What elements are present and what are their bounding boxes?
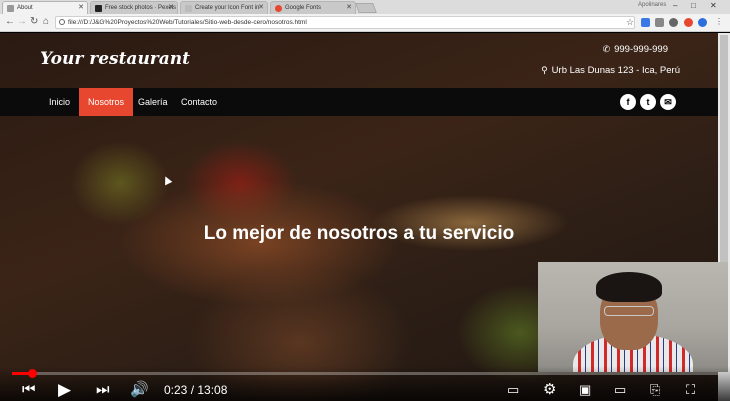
menu-icon[interactable]: ⋮ <box>715 17 723 26</box>
address-info: ⚲ Urb Las Dunas 123 - Ica, Perú <box>541 65 680 76</box>
user-label[interactable]: Apolinares <box>638 2 666 8</box>
opera-extension-icon[interactable] <box>684 18 693 27</box>
presenter-hair <box>596 272 662 302</box>
hero-title: Lo mejor de nosotros a tu servicio <box>203 223 515 244</box>
phone-info: ✆ 999-999-999 <box>603 44 668 55</box>
nav-nosotros[interactable]: Nosotros <box>79 88 134 116</box>
tab-pexels[interactable]: Free stock photos · Pexels ✕ <box>90 1 178 14</box>
close-icon[interactable]: ✕ <box>78 2 84 14</box>
miniplayer-icon[interactable]: ▣ <box>579 381 591 399</box>
nav-contacto[interactable]: Contacto <box>172 88 226 116</box>
progress-bar[interactable] <box>12 369 718 378</box>
time-display: 0:23 / 13:08 <box>164 383 228 397</box>
email-icon[interactable]: ✉ <box>660 94 676 110</box>
subtitles-icon[interactable]: ▭ <box>507 381 519 399</box>
volume-icon[interactable]: 🔊 <box>130 381 149 399</box>
tab-title: Google Fonts <box>285 5 322 11</box>
facebook-icon[interactable]: f <box>620 94 636 110</box>
nav-inicio[interactable]: Inicio <box>40 88 79 116</box>
extension-icon[interactable] <box>698 18 707 27</box>
close-icon[interactable]: ✕ <box>168 2 174 14</box>
logo[interactable]: Your restaurant <box>40 49 190 69</box>
pexels-icon <box>95 5 102 12</box>
next-icon[interactable]: ⏭ <box>96 381 110 399</box>
screen: About ✕ Free stock photos · Pexels ✕ Cre… <box>0 0 730 401</box>
maximize-icon[interactable]: □ <box>691 1 696 10</box>
nav-galeria[interactable]: Galería <box>129 88 177 116</box>
tab-about[interactable]: About ✕ <box>2 1 88 14</box>
location-pin-icon: ⚲ <box>541 65 548 75</box>
page-icon <box>7 5 14 12</box>
close-icon[interactable]: ✕ <box>346 2 352 14</box>
phone-icon: ✆ <box>602 44 611 54</box>
browser-tab-bar: About ✕ Free stock photos · Pexels ✕ Cre… <box>0 0 730 14</box>
address-text: Urb Las Dunas 123 - Ica, Perú <box>551 65 680 76</box>
bookmark-star-icon[interactable]: ☆ <box>626 17 634 28</box>
forward-icon[interactable]: → <box>17 16 27 27</box>
phone-text: 999-999-999 <box>614 44 668 55</box>
close-window-icon[interactable]: ✕ <box>710 1 717 10</box>
info-icon[interactable] <box>59 19 65 25</box>
theater-mode-icon[interactable]: ▭ <box>614 381 626 399</box>
twitter-icon[interactable]: t <box>640 94 656 110</box>
settings-gear-icon[interactable]: ⚙ <box>543 381 556 399</box>
fullscreen-icon[interactable]: ⛶ <box>686 381 695 399</box>
cast-icon[interactable]: ⎘ <box>650 381 660 399</box>
browser-toolbar: ← → ↻ ⌂ file:///D:/J&G%20Proyectos%20Web… <box>0 14 730 32</box>
extension-icon[interactable] <box>655 18 664 27</box>
scrubber-handle[interactable] <box>28 369 38 378</box>
mouse-cursor <box>161 174 173 186</box>
play-icon[interactable]: ▶ <box>58 381 71 399</box>
home-icon[interactable]: ⌂ <box>43 16 49 27</box>
google-fonts-icon <box>275 5 282 12</box>
tab-title: Create your Icon Font in <box>195 5 260 11</box>
previous-icon[interactable]: ⏮ <box>22 381 36 399</box>
reload-icon[interactable]: ↻ <box>30 16 38 27</box>
close-icon[interactable]: ✕ <box>258 2 264 14</box>
tab-title: Free stock photos · Pexels <box>105 5 177 11</box>
presenter-glasses <box>604 306 654 316</box>
tab-google-fonts[interactable]: Google Fonts ✕ <box>270 1 356 14</box>
extension-icon[interactable] <box>669 18 678 27</box>
site-header: Your restaurant ✆ 999-999-999 ⚲ Urb Las Du… <box>0 33 720 88</box>
video-controls: ⏮ ▶ ⏭ 🔊 0:23 / 13:08 ▭ ⚙ ▣ ▭ ⎘ ⛶ <box>0 366 730 401</box>
back-icon[interactable]: ← <box>5 16 15 27</box>
minimize-icon[interactable]: – <box>673 1 677 10</box>
page-icon <box>185 5 192 12</box>
tab-title: About <box>17 5 33 11</box>
url-text: file:///D:/J&G%20Proyectos%20Web/Tutoria… <box>68 19 307 26</box>
webcam-overlay <box>538 262 728 372</box>
address-input[interactable]: file:///D:/J&G%20Proyectos%20Web/Tutoria… <box>55 16 635 29</box>
site-nav: Inicio Nosotros Galería Contacto f t ✉ <box>0 88 718 116</box>
translate-extension-icon[interactable] <box>641 18 650 27</box>
tab-icon-font[interactable]: Create your Icon Font in ✕ <box>180 1 268 14</box>
new-tab-button[interactable] <box>355 3 377 13</box>
